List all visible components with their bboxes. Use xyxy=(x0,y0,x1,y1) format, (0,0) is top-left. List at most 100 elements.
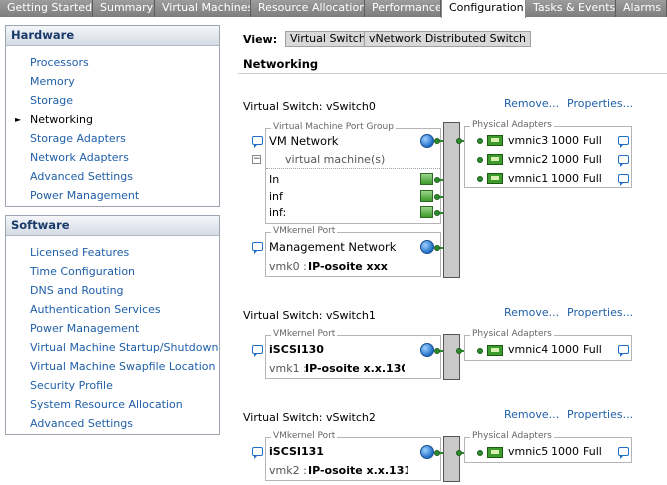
nav-vm-swapfile-location[interactable]: Virtual Machine Swapfile Location xyxy=(30,360,215,373)
selected-bullet-icon: ► xyxy=(15,115,22,124)
vswitch0-title: Virtual Switch: vSwitch0 xyxy=(243,100,376,113)
tab-summary[interactable]: Summary xyxy=(93,0,155,17)
nav-memory[interactable]: Memory xyxy=(30,75,75,88)
iscsi130-info-icon[interactable] xyxy=(252,345,263,357)
nic-icon xyxy=(487,447,503,458)
port-dot xyxy=(434,450,440,456)
vmnic1-speed: 1000 xyxy=(551,172,579,185)
globe-icon xyxy=(420,343,434,357)
nic-icon xyxy=(487,345,503,356)
vswitch0-properties-link[interactable]: Properties... xyxy=(567,97,633,110)
port-dot xyxy=(434,138,440,144)
vswitch2-bar xyxy=(443,436,460,482)
software-panel: Software Licensed Features Time Configur… xyxy=(5,215,220,435)
nav-system-resource-allocation[interactable]: System Resource Allocation xyxy=(30,398,183,411)
vswitch0-remove-link[interactable]: Remove... xyxy=(504,97,559,110)
physical-adapters-title: Physical Adapters xyxy=(470,120,554,130)
vmnic3-info-icon[interactable] xyxy=(618,136,629,148)
vm-network-info-icon[interactable] xyxy=(252,136,263,148)
nav-time-configuration[interactable]: Time Configuration xyxy=(30,265,135,278)
port-dot xyxy=(434,177,440,183)
tab-tasks-events[interactable]: Tasks & Events xyxy=(526,0,616,17)
vmnic5-speed: 1000 xyxy=(551,445,579,458)
nav-networking[interactable]: Networking xyxy=(30,113,93,126)
port-dot xyxy=(477,157,483,163)
tab-resource-allocation[interactable]: Resource Allocation xyxy=(251,0,365,17)
vswitch2-title: Virtual Switch: vSwitch2 xyxy=(243,411,376,424)
nav-authentication-services[interactable]: Authentication Services xyxy=(30,303,161,316)
vmnic1-info-icon[interactable] xyxy=(618,174,629,186)
software-title: Software xyxy=(6,216,219,236)
physical-adapters-title: Physical Adapters xyxy=(470,431,554,441)
tab-configuration[interactable]: Configuration xyxy=(441,0,526,18)
vm-icon xyxy=(420,206,433,218)
vmnic4-speed: 1000 xyxy=(551,343,579,356)
physical-adapters-title: Physical Adapters xyxy=(470,329,554,339)
vswitch2-properties-link[interactable]: Properties... xyxy=(567,408,633,421)
vm-item-2[interactable]: inf xyxy=(269,190,283,203)
port-dot xyxy=(434,245,440,251)
vmnic5-info-icon[interactable] xyxy=(618,447,629,459)
nav-advanced-settings-hw[interactable]: Advanced Settings xyxy=(30,170,133,183)
vmnic5-name: vmnic5 xyxy=(508,445,549,458)
mgmt-network-info-icon[interactable] xyxy=(252,242,263,254)
vswitch1-bar xyxy=(443,334,460,380)
hardware-panel: Hardware Processors Memory Storage ► Net… xyxy=(5,25,220,207)
tab-alarms[interactable]: Alarms xyxy=(616,0,667,17)
tab-performance[interactable]: Performance xyxy=(365,0,441,17)
tab-virtual-machines[interactable]: Virtual Machines xyxy=(155,0,251,17)
vmnic4-duplex: Full xyxy=(583,343,602,356)
port-dot xyxy=(477,176,483,182)
vm-item-3[interactable]: inf: xyxy=(269,206,286,219)
nav-advanced-settings-sw[interactable]: Advanced Settings xyxy=(30,417,133,430)
tab-getting-started[interactable]: Getting Started xyxy=(0,0,93,17)
vmkernel-port-title: VMkernel Port xyxy=(271,329,338,339)
view-virtual-switch-button[interactable]: Virtual Switch xyxy=(285,31,371,47)
globe-icon xyxy=(420,240,434,254)
nav-network-adapters[interactable]: Network Adapters xyxy=(30,151,129,164)
nav-storage-adapters[interactable]: Storage Adapters xyxy=(30,132,126,145)
vm-separator xyxy=(266,168,440,169)
iscsi131-name: iSCSI131 xyxy=(269,445,324,458)
nav-security-profile[interactable]: Security Profile xyxy=(30,379,113,392)
nav-storage[interactable]: Storage xyxy=(30,94,73,107)
globe-icon xyxy=(420,445,434,459)
mgmt-network-name: Management Network xyxy=(269,240,397,254)
vswitch1-title: Virtual Switch: vSwitch1 xyxy=(243,309,376,322)
collapse-icon[interactable]: − xyxy=(252,155,261,164)
vm-port-group-title: Virtual Machine Port Group xyxy=(271,122,396,132)
iscsi131-info-icon[interactable] xyxy=(252,447,263,459)
vswitch1-remove-link[interactable]: Remove... xyxy=(504,306,559,319)
vswitch1-properties-link[interactable]: Properties... xyxy=(567,306,633,319)
vswitch0-bar xyxy=(443,122,460,278)
vmnic1-name: vmnic1 xyxy=(508,172,549,185)
nav-dns-routing[interactable]: DNS and Routing xyxy=(30,284,124,297)
nav-vm-startup-shutdown[interactable]: Virtual Machine Startup/Shutdown xyxy=(30,341,218,354)
vmnic5-duplex: Full xyxy=(583,445,602,458)
port-dot xyxy=(456,450,462,456)
nav-power-management-sw[interactable]: Power Management xyxy=(30,322,139,335)
hardware-title: Hardware xyxy=(6,26,219,46)
vswitch2-remove-link[interactable]: Remove... xyxy=(504,408,559,421)
port-dot xyxy=(477,348,483,354)
nav-power-management-hw[interactable]: Power Management xyxy=(30,189,139,202)
vmk0-id: vmk0 : xyxy=(269,260,307,273)
port-dot xyxy=(434,210,440,216)
vmnic4-info-icon[interactable] xyxy=(618,345,629,357)
vm-icon xyxy=(420,190,433,202)
port-dot xyxy=(456,138,462,144)
nav-processors[interactable]: Processors xyxy=(30,56,89,69)
port-dot xyxy=(477,138,483,144)
port-dot xyxy=(434,194,440,200)
vm-network-name: VM Network xyxy=(269,134,339,148)
vmk0-ip: IP-osoite xxx xyxy=(308,260,388,273)
vmnic2-duplex: Full xyxy=(583,153,602,166)
nic-icon xyxy=(487,135,503,146)
vm-item-1[interactable]: In xyxy=(269,173,279,186)
vmkernel-port-title: VMkernel Port xyxy=(271,226,338,236)
view-distributed-switch-button[interactable]: vNetwork Distributed Switch xyxy=(364,31,531,47)
globe-icon xyxy=(420,134,434,148)
vmnic2-info-icon[interactable] xyxy=(618,155,629,167)
vm-icon xyxy=(420,173,433,185)
nav-licensed-features[interactable]: Licensed Features xyxy=(30,246,129,259)
